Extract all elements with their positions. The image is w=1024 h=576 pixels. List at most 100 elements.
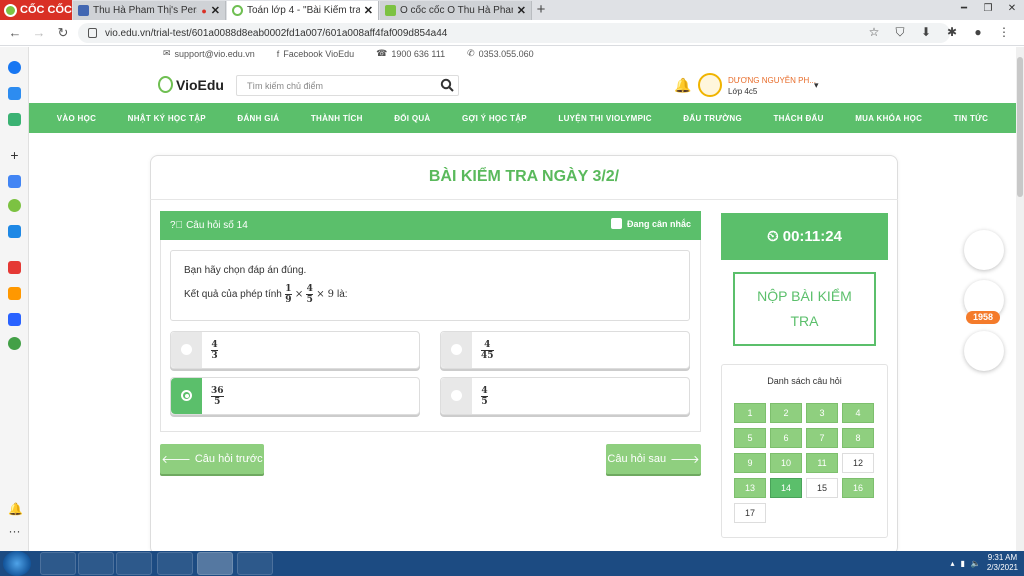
tab-vioedu[interactable]: Toán lớp 4 - "Bài Kiểm tra ng ✕ — [227, 1, 379, 20]
question-cell[interactable]: 9 — [734, 453, 766, 473]
vioedu-logo[interactable]: VioEdu — [158, 76, 224, 93]
question-cell[interactable]: 2 — [770, 403, 802, 423]
nav-item-nhat-ky[interactable]: NHẬT KÝ HỌC TẬP — [128, 114, 206, 123]
extensions-icon[interactable]: ✱ — [944, 24, 960, 40]
tab-coccoc-search[interactable]: O cốc cốc O Thu Hà Pham Th ✕ — [380, 1, 532, 20]
chevron-down-icon[interactable]: ▾ — [814, 80, 819, 91]
map-icon[interactable] — [8, 337, 21, 350]
profile-icon[interactable]: ● — [970, 24, 986, 40]
restore-icon[interactable]: ❐ — [976, 0, 1000, 18]
network-icon[interactable]: ▮ — [960, 559, 964, 568]
volume-icon[interactable]: 🔈 — [971, 559, 981, 568]
question-list-title: Danh sách câu hỏi — [767, 376, 842, 386]
translate-icon[interactable] — [8, 175, 21, 188]
nav-item-thach-dau[interactable]: THÁCH ĐẤU — [773, 114, 823, 123]
notification-bell-icon[interactable]: 🔔 — [674, 77, 691, 94]
nav-item-thanh-tich[interactable]: THÀNH TÍCH — [311, 114, 363, 123]
reload-icon[interactable]: ↻ — [54, 24, 72, 42]
messenger-icon[interactable] — [8, 61, 21, 74]
next-question-button[interactable]: Câu hỏi sau 🡒 — [606, 444, 701, 474]
vtv-icon[interactable] — [8, 261, 21, 274]
question-cell[interactable]: 3 — [806, 403, 838, 423]
tray-arrow-icon[interactable]: ▴ — [950, 559, 954, 568]
question-cell[interactable]: 6 — [770, 428, 802, 448]
previous-question-button[interactable]: 🡐 Câu hỏi trước — [160, 444, 264, 474]
answer-option-a[interactable]: 43 — [170, 331, 420, 369]
question-cell-current[interactable]: 14 — [770, 478, 802, 498]
nav-item-vao-hoc[interactable]: VÀO HỌC — [57, 114, 96, 123]
scrollbar-thumb[interactable] — [1017, 57, 1023, 197]
radio-button[interactable] — [181, 344, 192, 355]
url-field[interactable]: vio.edu.vn/trial-test/601a0088d8eab0002f… — [78, 23, 950, 43]
nav-item-doi-qua[interactable]: ĐỔI QUÀ — [394, 114, 430, 123]
back-icon[interactable]: ← — [6, 24, 24, 42]
zalo-icon[interactable] — [8, 87, 21, 100]
tool-icon[interactable] — [8, 225, 21, 238]
bookmark-star-icon[interactable]: ☆ — [866, 24, 882, 40]
support-email[interactable]: ✉ support@vio.edu.vn — [163, 48, 255, 59]
system-clock[interactable]: 9:31 AM 2/3/2021 — [987, 553, 1018, 573]
question-cell[interactable]: 11 — [806, 453, 838, 473]
close-tab-icon[interactable]: ✕ — [364, 4, 373, 17]
answer-option-d[interactable]: 45 — [440, 377, 690, 415]
scroll-icon[interactable] — [964, 331, 1004, 371]
coccoc-app-icon[interactable] — [8, 199, 21, 212]
question-cell[interactable]: 16 — [842, 478, 874, 498]
consider-toggle[interactable]: Đang cân nhắc — [610, 218, 691, 229]
media-player-icon[interactable] — [116, 552, 152, 575]
question-cell[interactable]: 17 — [734, 503, 766, 523]
game-icon[interactable] — [8, 113, 21, 126]
internet-explorer-icon[interactable] — [78, 552, 114, 575]
radio-button[interactable] — [451, 344, 462, 355]
nav-item-goi-y[interactable]: GỢI Ý HỌC TẬP — [462, 114, 527, 123]
avatar[interactable] — [698, 73, 722, 97]
search-icon[interactable] — [440, 78, 454, 92]
file-explorer-icon[interactable] — [40, 552, 76, 575]
submit-test-button[interactable]: NỘP BÀI KIỂM TRA — [736, 275, 873, 343]
facebook-link[interactable]: f Facebook VioEdu — [277, 48, 354, 59]
question-cell[interactable]: 4 — [842, 403, 874, 423]
user-name[interactable]: DƯƠNG NGUYỄN PH... — [728, 76, 816, 85]
shield-icon[interactable]: ⛉ — [892, 24, 908, 40]
radio-button-selected[interactable] — [181, 390, 192, 401]
close-tab-icon[interactable]: ✕ — [517, 4, 526, 17]
download-icon[interactable]: ⬇ — [918, 24, 934, 40]
question-cell[interactable]: 10 — [770, 453, 802, 473]
notification-icon[interactable]: 🔔 — [8, 503, 23, 516]
coccoc-menu-button[interactable]: CỐC CỐC — [0, 0, 72, 20]
search-input[interactable]: Tìm kiếm chủ điểm — [236, 75, 459, 96]
question-cell[interactable]: 5 — [734, 428, 766, 448]
start-button[interactable] — [3, 551, 31, 576]
close-tab-icon[interactable]: ✕ — [211, 4, 220, 17]
more-icon[interactable]: ··· — [8, 525, 21, 540]
minimize-icon[interactable]: ━ — [952, 0, 976, 18]
question-cell[interactable]: 7 — [806, 428, 838, 448]
nav-item-dau-truong[interactable]: ĐẤU TRƯỜNG — [683, 114, 742, 123]
page-scrollbar[interactable] — [1016, 47, 1024, 551]
nav-item-mua-khoa-hoc[interactable]: MUA KHÓA HỌC — [855, 114, 922, 123]
nav-item-violympic[interactable]: LUYỆN THI VIOLYMPIC — [558, 114, 651, 123]
radio-button[interactable] — [451, 390, 462, 401]
tab-facebook[interactable]: Thu Hà Pham Thị's Person ● ✕ — [73, 1, 226, 20]
coccoc-taskbar-icon[interactable] — [197, 552, 233, 575]
question-cell[interactable]: 1 — [734, 403, 766, 423]
add-sidebar-icon[interactable]: + — [8, 148, 21, 162]
forward-icon[interactable]: → — [30, 24, 48, 42]
question-cell[interactable]: 8 — [842, 428, 874, 448]
question-cell[interactable]: 12 — [842, 453, 874, 473]
new-tab-button[interactable]: + — [533, 2, 549, 18]
consider-checkbox[interactable] — [610, 218, 622, 229]
question-cell[interactable]: 13 — [734, 478, 766, 498]
paint-icon[interactable] — [237, 552, 273, 575]
menu-dots-icon[interactable]: ⋮ — [996, 24, 1012, 40]
nav-item-danh-gia[interactable]: ĐÁNH GIÁ — [237, 114, 279, 123]
answer-option-b[interactable]: 4 45 — [440, 331, 690, 369]
question-cell[interactable]: 15 — [806, 478, 838, 498]
close-window-icon[interactable]: ✕ — [1000, 0, 1024, 18]
news-icon[interactable] — [8, 313, 21, 326]
chrome-icon[interactable] — [157, 552, 193, 575]
ranking-trophy-icon[interactable] — [964, 230, 1004, 270]
answer-option-c[interactable]: 36 5 — [170, 377, 420, 415]
nav-item-tin-tuc[interactable]: TIN TỨC — [954, 114, 989, 123]
shop-icon[interactable] — [8, 287, 21, 300]
